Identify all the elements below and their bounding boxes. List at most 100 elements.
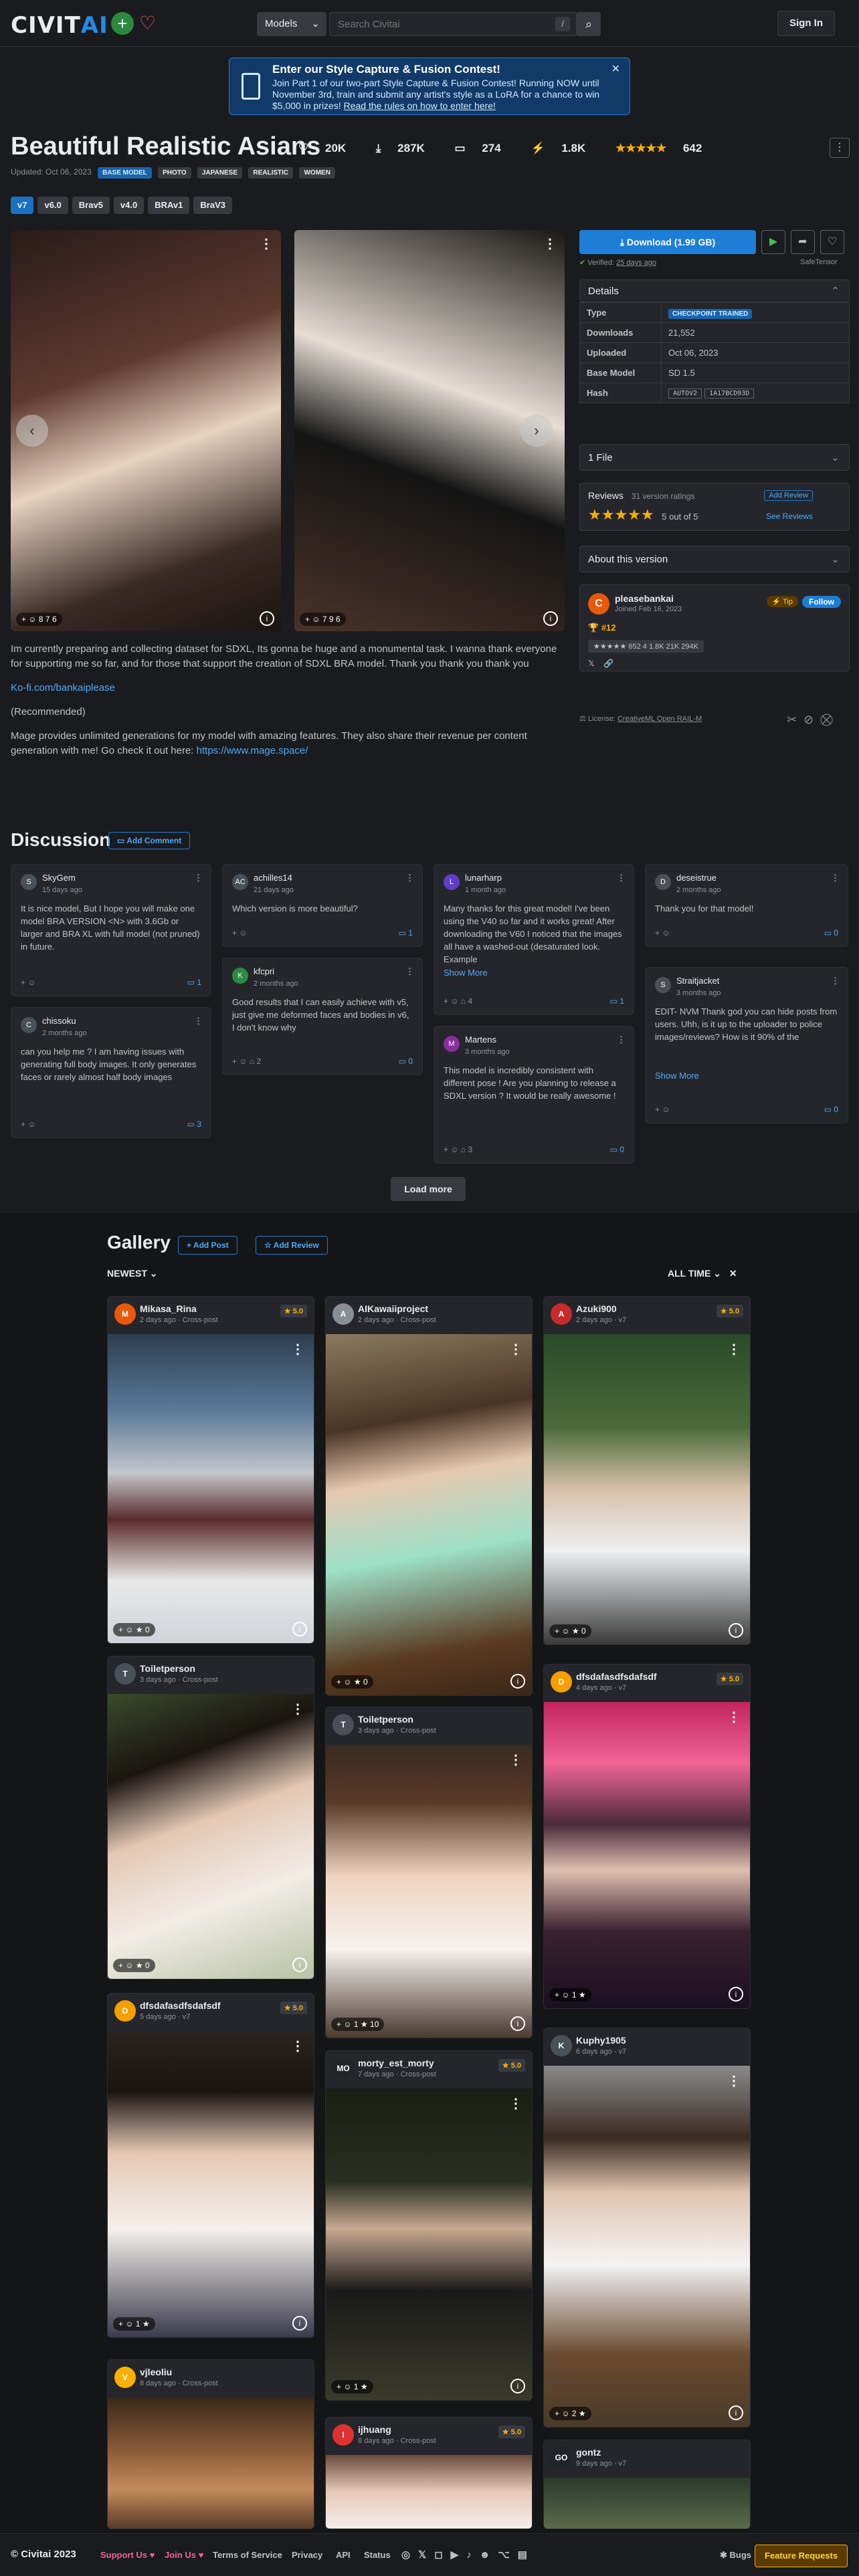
info-icon[interactable]: i <box>510 2379 525 2393</box>
gallery-card[interactable]: GO gontz 9 days ago · v7 <box>543 2440 751 2529</box>
detail-value[interactable]: AUTOV2 1A17BCD93D <box>661 383 850 403</box>
add-comment-button[interactable]: ▭ Add Comment <box>108 832 191 849</box>
info-icon[interactable]: i <box>510 1674 525 1689</box>
info-icon[interactable]: i <box>729 1623 743 1638</box>
license-link[interactable]: CreativeML Open RAIL-M <box>617 715 702 723</box>
more-options-icon[interactable]: ⋮ <box>509 1341 522 1358</box>
gallery-image[interactable] <box>326 1334 532 1695</box>
follow-button[interactable]: Follow <box>802 596 841 608</box>
files-accordion[interactable]: 1 File ⌄ <box>579 444 850 471</box>
reaction-icon[interactable]: + ☺ ⌂ 4 <box>444 995 472 1008</box>
more-options-icon[interactable]: ⋮ <box>617 1033 626 1046</box>
add-post-button[interactable]: + Add Post <box>178 1236 237 1255</box>
avatar[interactable]: D <box>114 2000 136 2022</box>
twitter-icon[interactable]: 𝕏 <box>418 2549 434 2561</box>
join-us-link[interactable]: Join Us ♥ <box>165 2550 203 2560</box>
more-options-icon[interactable]: ⋮ <box>617 871 626 884</box>
version-tab[interactable]: Brav5 <box>72 197 110 214</box>
more-options-icon[interactable]: ⋮ <box>291 1701 304 1717</box>
reply-count[interactable]: ▭ 1 <box>187 976 201 989</box>
reaction-bar[interactable]: + ☺ 7 9 6 <box>300 613 346 626</box>
hash-value[interactable]: 1A17BCD93D <box>704 389 755 399</box>
avatar[interactable]: S <box>655 977 671 993</box>
gallery-user[interactable]: AIKawaiiproject <box>358 1303 525 1314</box>
close-icon[interactable]: ✕ <box>611 64 620 75</box>
period-select[interactable]: ALL TIME ⌄ ✕ <box>668 1268 737 1279</box>
add-review-button[interactable]: Add Review <box>764 490 813 501</box>
show-more-link[interactable]: Show More <box>444 966 624 979</box>
avatar[interactable]: T <box>114 1663 136 1685</box>
avatar[interactable]: T <box>332 1714 354 1735</box>
create-plus-icon[interactable]: + <box>111 12 134 35</box>
info-icon[interactable]: i <box>292 1957 307 1972</box>
add-review-button[interactable]: ☆ Add Review <box>256 1236 328 1255</box>
comment-card[interactable]: S ⋮ Straitjacket 3 months ago EDIT- NVM T… <box>645 967 848 1123</box>
more-options-icon[interactable]: ⋮ <box>831 974 840 987</box>
gallery-user[interactable]: gontz <box>576 2447 743 2458</box>
gallery-image[interactable] <box>108 2031 314 2337</box>
more-options-icon[interactable]: ⋮ <box>543 235 557 252</box>
info-icon[interactable]: i <box>510 2016 525 2031</box>
comment-card[interactable]: C ⋮ chissoku 2 months ago can you help me… <box>11 1007 211 1138</box>
info-icon[interactable]: i <box>260 611 274 626</box>
support-us-link[interactable]: Support Us ♥ <box>100 2550 155 2560</box>
more-options-icon[interactable]: ⋮ <box>727 1709 741 1725</box>
gallery-card[interactable]: M Mikasa_Rina 2 days ago · Cross-post ★ 5.0… <box>107 1296 314 1644</box>
reply-count[interactable]: ▭ 1 <box>399 927 413 940</box>
play-icon[interactable]: ▶ <box>761 230 785 254</box>
more-options-icon[interactable]: ⋮ <box>831 871 840 884</box>
reaction-icon[interactable]: + ☺ <box>655 927 670 940</box>
api-link[interactable]: API <box>336 2550 351 2560</box>
reaction-icon[interactable]: + ☺ ⌂ 3 <box>444 1144 472 1156</box>
feature-requests-button[interactable]: Feature Requests <box>755 2545 848 2567</box>
reaction-bar[interactable]: + ☺ ★ 0 <box>331 1675 373 1689</box>
preview-image[interactable]: ⋮ + ☺ 8 7 6 i <box>11 230 281 631</box>
more-options-icon[interactable]: ⋮ <box>405 965 414 978</box>
civitai-logo[interactable]: CIVITAI <box>11 12 108 39</box>
comment-card[interactable]: L ⋮ lunarharp 1 month ago Many thanks for… <box>434 864 634 1015</box>
sort-select[interactable]: NEWEST ⌄ <box>107 1268 158 1279</box>
gallery-user[interactable]: Toiletperson <box>140 1663 307 1674</box>
status-link[interactable]: Status <box>364 2550 391 2560</box>
more-options-icon[interactable]: ⋮ <box>291 2038 304 2054</box>
instagram-icon[interactable]: ◻ <box>434 2549 450 2561</box>
avatar[interactable]: L <box>444 874 460 890</box>
privacy-link[interactable]: Privacy <box>292 2550 322 2560</box>
reaction-bar[interactable]: + ☺ 1 ★ 10 <box>331 2018 385 2031</box>
about-version-accordion[interactable]: About this version ⌄ <box>579 546 850 572</box>
comment-user[interactable]: Straitjacket <box>676 974 838 987</box>
reaction-icon[interactable]: + ☺ <box>21 1118 36 1131</box>
share-icon[interactable]: ➦ <box>791 230 815 254</box>
reaction-bar[interactable]: + ☺ ★ 0 <box>113 1959 155 1972</box>
more-options-icon[interactable]: ⋮ <box>727 1341 741 1358</box>
gallery-card[interactable]: Ddfsdafasdfsdafsdf 5 days ago · v7 ★ 5.0 ⋮… <box>107 1993 314 2338</box>
comment-card[interactable]: S ⋮ SkyGem 15 days ago It is nice model, … <box>11 864 211 996</box>
avatar[interactable]: I <box>332 2424 354 2446</box>
sign-in-button[interactable]: Sign In <box>777 11 835 36</box>
gallery-card[interactable]: MO morty_est_morty 7 days ago · Cross-post… <box>325 2050 533 2401</box>
github-icon[interactable]: ⌥ <box>498 2549 517 2561</box>
carousel-next-icon[interactable]: › <box>520 415 553 447</box>
comment-card[interactable]: D ⋮ deseistrue 2 months ago Thank you for… <box>645 864 848 947</box>
reply-count[interactable]: ▭ 0 <box>824 927 838 940</box>
avatar[interactable]: K <box>232 968 248 984</box>
comment-user[interactable]: achilles14 <box>254 871 413 884</box>
gallery-user[interactable]: vjleoliu <box>140 2367 307 2377</box>
gallery-image[interactable] <box>326 2455 532 2529</box>
reply-count[interactable]: ▭ 3 <box>187 1118 201 1131</box>
tag-badge[interactable]: REALISTIC <box>248 167 294 179</box>
gallery-user[interactable]: Toiletperson <box>358 1714 525 1725</box>
reaction-bar[interactable]: + ☺ 1 ★ <box>331 2380 373 2393</box>
bugs-link[interactable]: ✱ Bugs <box>720 2550 751 2561</box>
tag-badge[interactable]: BASE MODEL <box>98 167 152 179</box>
avatar[interactable]: C <box>588 593 609 615</box>
reply-count[interactable]: ▭ 1 <box>610 995 624 1008</box>
gallery-image[interactable] <box>326 2088 532 2400</box>
gallery-image[interactable] <box>108 2397 314 2529</box>
tag-badge[interactable]: WOMEN <box>299 167 335 179</box>
avatar[interactable]: A <box>551 1303 572 1325</box>
avatar[interactable]: MO <box>332 2058 354 2079</box>
reaction-bar[interactable]: + ☺ 8 7 6 <box>16 613 62 626</box>
more-options-icon[interactable]: ⋮ <box>405 871 414 884</box>
version-tab[interactable]: v7 <box>11 197 34 214</box>
